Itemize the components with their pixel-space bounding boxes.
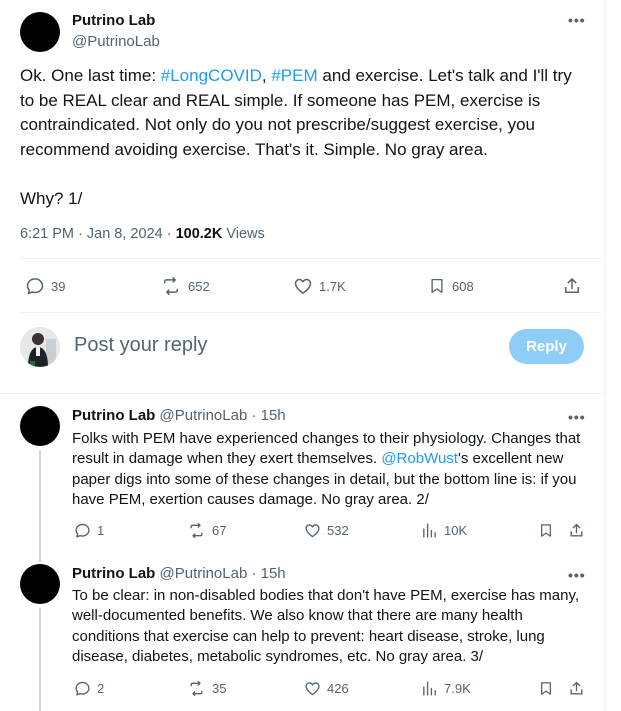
divider (20, 312, 601, 313)
reply-header: Putrino Lab @PutrinoLab · 15h (72, 565, 286, 582)
reply-input[interactable]: Post your reply (74, 334, 207, 357)
user-photo (20, 327, 60, 367)
bookmark-icon (431, 278, 443, 294)
author-handle[interactable]: @PutrinoLab (72, 33, 160, 50)
tweet-text-lead: Ok. One last time: (20, 66, 161, 85)
avatar[interactable] (20, 564, 60, 604)
reply-submit-button[interactable]: Reply (509, 329, 584, 364)
reply-button[interactable]: 2 (74, 680, 104, 697)
hashtag-longcovid[interactable]: #LongCOVID (161, 66, 262, 85)
views-button[interactable]: 10K (421, 522, 467, 539)
mention-link[interactable]: @RobWust (381, 450, 458, 467)
author-handle[interactable]: @PutrinoLab (160, 565, 248, 582)
author-name[interactable]: Putrino Lab (72, 407, 155, 424)
divider (20, 258, 601, 259)
repost-count: 67 (212, 523, 227, 538)
timestamp[interactable]: 6:21 PM · Jan 8, 2024 (20, 226, 163, 242)
bookmark-count: 608 (452, 278, 474, 294)
views-button[interactable]: 7.9K (421, 680, 471, 697)
repost-icon (164, 277, 178, 295)
avatar[interactable] (20, 406, 60, 446)
meta-separator: · (162, 226, 176, 242)
reply-text: Folks with PEM have experienced changes … (72, 429, 587, 510)
reply-icon (75, 681, 90, 696)
bookmark-button[interactable]: 608 (428, 276, 474, 296)
views-label: Views (222, 226, 265, 242)
repost-count: 35 (212, 681, 227, 696)
like-count: 426 (327, 681, 349, 696)
repost-button[interactable]: 35 (187, 680, 226, 697)
bookmark-icon (541, 682, 551, 695)
more-icon[interactable]: ••• (568, 567, 586, 583)
like-icon (305, 524, 320, 538)
like-button[interactable]: 1.7K (293, 276, 346, 296)
thread-connector (39, 608, 41, 711)
share-icon (570, 681, 583, 695)
reply-button[interactable]: 1 (74, 522, 104, 539)
avatar[interactable] (20, 12, 60, 52)
reply-icon (26, 278, 44, 295)
divider (0, 393, 605, 394)
more-icon[interactable]: ••• (568, 409, 586, 425)
bookmark-button[interactable] (538, 680, 554, 697)
share-icon (570, 523, 583, 537)
user-avatar[interactable] (20, 327, 60, 367)
views-count: 100.2K (175, 226, 223, 242)
reply-text-a: To be clear: in non-disabled bodies that… (72, 587, 580, 665)
tweet-text: Ok. One last time: #LongCOVID, #PEM and … (20, 64, 590, 211)
views-icon (423, 681, 436, 696)
reply-time[interactable]: · 15h (247, 407, 285, 424)
bookmark-icon (541, 524, 551, 537)
like-button[interactable]: 426 (304, 680, 349, 697)
tweet-meta: 6:21 PM · Jan 8, 2024 · 100.2K Views (20, 226, 265, 242)
like-count: 532 (327, 523, 349, 538)
repost-icon (190, 522, 203, 539)
like-button[interactable]: 532 (304, 522, 349, 539)
share-button[interactable] (568, 522, 585, 539)
share-button[interactable] (568, 680, 585, 697)
like-count: 1.7K (319, 278, 346, 294)
repost-icon (190, 680, 203, 697)
reply-text: To be clear: in non-disabled bodies that… (72, 586, 587, 667)
like-icon (305, 682, 320, 696)
reply-count: 2 (97, 681, 105, 696)
reply-count: 1 (97, 523, 105, 538)
share-button[interactable] (562, 276, 582, 296)
hashtag-pem[interactable]: #PEM (271, 66, 317, 85)
reply-count: 39 (51, 278, 66, 294)
share-icon (565, 278, 579, 293)
reply-header: Putrino Lab @PutrinoLab · 15h (72, 407, 286, 424)
repost-button[interactable]: 652 (160, 276, 210, 296)
reply-icon (75, 523, 90, 538)
views-icon (423, 523, 436, 538)
reply-button[interactable]: 39 (25, 276, 65, 296)
author-handle[interactable]: @PutrinoLab (160, 407, 248, 424)
like-icon (294, 278, 312, 294)
author-name[interactable]: Putrino Lab (72, 565, 155, 582)
tweet-text-why: Why? 1/ (20, 188, 83, 208)
tweet-text-comma: , (261, 66, 272, 85)
more-icon[interactable]: ••• (568, 12, 586, 28)
reply-time[interactable]: · 15h (247, 565, 285, 582)
bookmark-button[interactable] (538, 522, 554, 539)
repost-count: 652 (188, 278, 210, 294)
views-count: 7.9K (444, 681, 471, 696)
thread-connector (39, 450, 41, 562)
views-count: 10K (444, 523, 468, 538)
author-name[interactable]: Putrino Lab (72, 12, 155, 29)
repost-button[interactable]: 67 (187, 522, 226, 539)
